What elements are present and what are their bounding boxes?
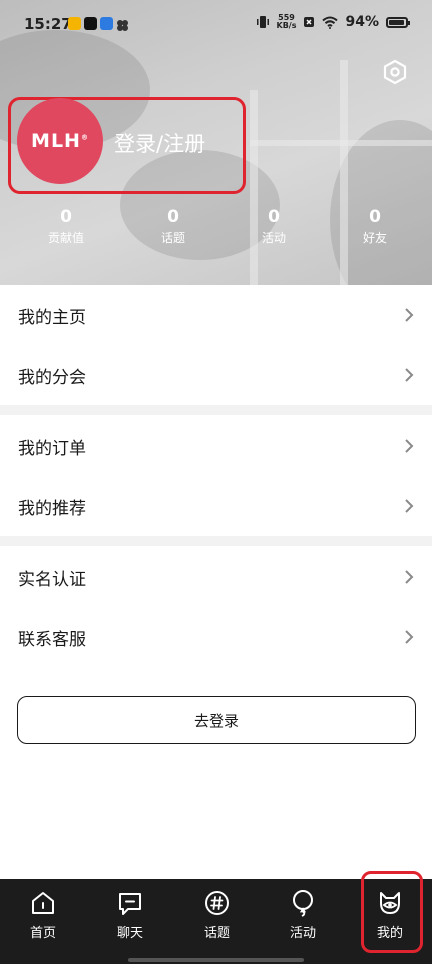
chat-icon — [119, 893, 141, 915]
menu-group: 我的主页 我的分会 — [0, 285, 432, 405]
stat-label: 话题 — [160, 231, 185, 245]
menu-item-label: 联系客服 — [18, 629, 86, 650]
avatar-logo: MLH® — [31, 130, 89, 152]
menu-item-label: 实名认证 — [18, 569, 86, 590]
app-icon — [100, 17, 113, 30]
settings-hexagon-icon — [383, 59, 407, 85]
menu-item-label: 我的分会 — [18, 367, 86, 388]
stat-value: 0 — [60, 207, 72, 227]
tab-chat[interactable]: 聊天 — [100, 889, 160, 941]
tab-label: 聊天 — [116, 926, 143, 941]
status-time: 15:27 — [24, 15, 72, 33]
vibrate-icon — [256, 16, 269, 28]
status-app-icons — [68, 17, 129, 31]
pinwheel-icon — [116, 17, 129, 31]
menu-item-real-name-verification[interactable]: 实名认证 — [0, 547, 432, 607]
tab-label: 话题 — [203, 926, 230, 941]
background-window-bar — [250, 140, 432, 146]
balloon-icon — [293, 890, 313, 917]
menu-item-customer-service[interactable]: 联系客服 — [0, 607, 432, 667]
login-register-link[interactable]: 登录/注册 — [114, 128, 205, 158]
net-speed-unit: KB/s — [276, 21, 297, 30]
menu-item-label: 我的推荐 — [18, 498, 86, 519]
tab-label: 首页 — [29, 926, 56, 941]
status-bar: 15:27 559 KB/s 94% — [0, 0, 432, 52]
stat-value: 0 — [268, 207, 280, 227]
home-indicator[interactable] — [128, 958, 304, 962]
status-right: 559 KB/s 94% — [256, 14, 410, 30]
tab-topics[interactable]: 话题 — [187, 889, 247, 941]
section-divider — [0, 405, 432, 415]
tab-activities[interactable]: 活动 — [273, 889, 333, 941]
chevron-right-icon — [405, 570, 414, 584]
stat-value: 0 — [369, 207, 381, 227]
menu-item-my-orders[interactable]: 我的订单 — [0, 416, 432, 476]
go-login-button[interactable]: 去登录 — [17, 696, 416, 744]
stat-topics[interactable]: 0 话题 — [133, 207, 213, 246]
avatar[interactable]: MLH® — [17, 98, 103, 184]
menu-item-my-branch[interactable]: 我的分会 — [0, 345, 432, 405]
stat-activities[interactable]: 0 活动 — [234, 207, 314, 246]
stat-label: 好友 — [362, 231, 387, 245]
chevron-right-icon — [405, 439, 414, 453]
menu-item-my-referrals[interactable]: 我的推荐 — [0, 476, 432, 536]
wifi-icon — [322, 16, 339, 29]
home-icon — [32, 892, 54, 914]
stats-row: 0 贡献值 0 话题 0 活动 0 好友 — [0, 207, 432, 257]
stat-label: 活动 — [261, 231, 286, 245]
chevron-right-icon — [405, 499, 414, 513]
settings-button[interactable] — [381, 58, 409, 86]
net-speed: 559 KB/s — [277, 14, 297, 30]
background-window-bar — [250, 90, 258, 290]
stat-friends[interactable]: 0 好友 — [335, 207, 415, 246]
weibo-icon — [68, 17, 81, 30]
battery-percent: 94% — [345, 14, 379, 30]
stat-label: 贡献值 — [47, 231, 84, 245]
tiktok-icon — [84, 17, 97, 30]
avatar-logo-text: MLH — [31, 130, 81, 152]
chevron-right-icon — [405, 368, 414, 382]
battery-icon — [386, 16, 410, 28]
chevron-right-icon — [405, 308, 414, 322]
tab-home[interactable]: 首页 — [13, 889, 73, 941]
active-tab-highlight — [361, 871, 423, 953]
hashtag-icon — [205, 891, 229, 915]
menu-item-my-homepage[interactable]: 我的主页 — [0, 285, 432, 345]
menu-item-label: 我的主页 — [18, 307, 86, 328]
stat-value: 0 — [167, 207, 179, 227]
tab-label: 活动 — [289, 926, 316, 941]
menu-group: 我的订单 我的推荐 — [0, 416, 432, 536]
menu-group: 实名认证 联系客服 — [0, 547, 432, 667]
menu-item-label: 我的订单 — [18, 438, 86, 459]
section-divider — [0, 536, 432, 546]
no-sim-icon — [304, 17, 315, 27]
chevron-right-icon — [405, 630, 414, 644]
avatar-logo-mark: ® — [80, 133, 89, 142]
stat-contribution[interactable]: 0 贡献值 — [26, 207, 106, 246]
